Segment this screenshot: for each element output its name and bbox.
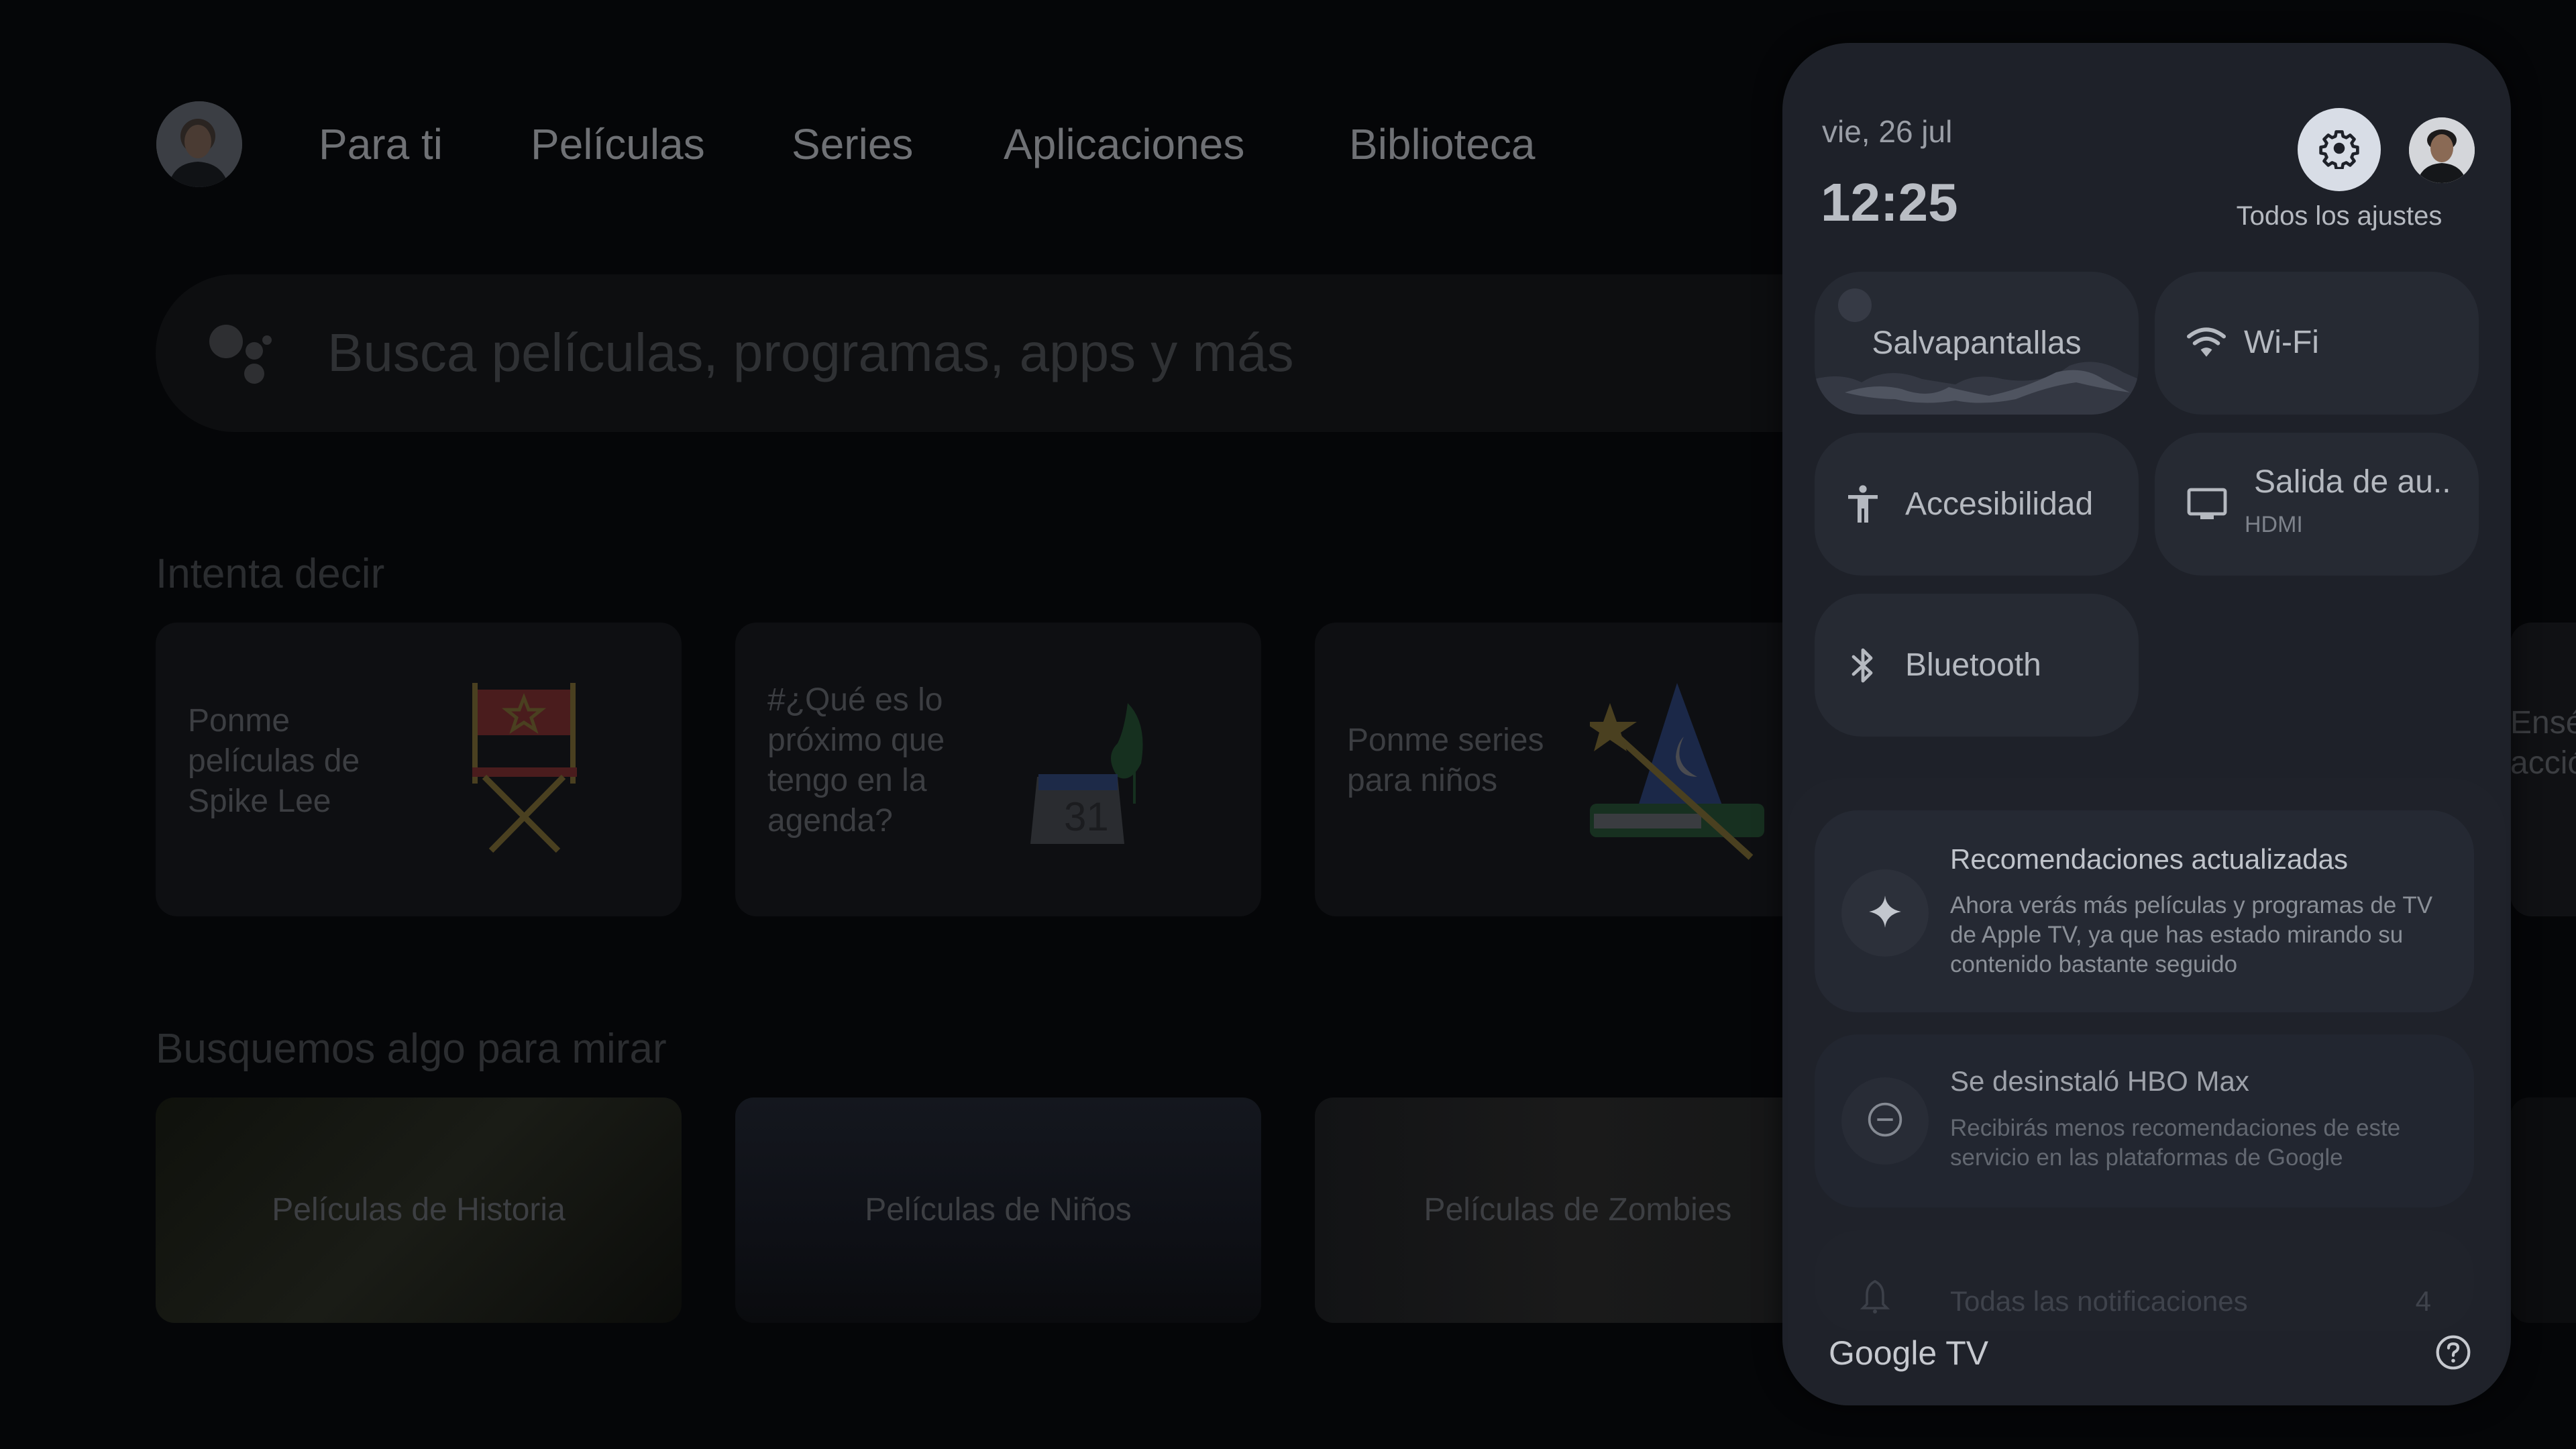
suggestion-card[interactable]: #¿Qué es lo próximo que tengo en la agen… xyxy=(735,623,1261,916)
quick-settings-panel: vie, 26 jul 12:25 Todos los ajustes Salv… xyxy=(1782,43,2511,1405)
browse-title: Busquemos algo para mirar xyxy=(156,1026,667,1072)
wifi-icon xyxy=(2187,327,2226,361)
suggestion-card[interactable]: Ponme películas de Spike Lee xyxy=(156,623,682,916)
tile-label: Salida de au.. xyxy=(2254,464,2451,500)
tile-wifi[interactable]: Wi-Fi xyxy=(2155,272,2479,415)
tile-label: Salvapantallas xyxy=(1872,325,2082,361)
date-label: vie, 26 jul xyxy=(1822,114,1953,149)
category-label: Películas de Niños xyxy=(865,1192,1132,1228)
notification-icon-bg xyxy=(1841,869,1929,957)
nav-tab-series[interactable]: Series xyxy=(792,119,913,169)
notification-title: Se desinstaló HBO Max xyxy=(1950,1065,2249,1097)
bell-icon xyxy=(1860,1279,1890,1318)
notification-icon-bg xyxy=(1841,1077,1929,1165)
tile-label: Wi-Fi xyxy=(2244,325,2319,360)
calendar-plant-icon: 31 xyxy=(1024,690,1198,854)
nav-tab-aplicaciones[interactable]: Aplicaciones xyxy=(1004,119,1244,169)
tile-label: Accesibilidad xyxy=(1905,486,2094,522)
suggestion-card[interactable]: Enséñame películas de acción xyxy=(2510,623,2576,916)
tv-monitor-icon xyxy=(2187,488,2227,525)
category-card-zombies[interactable]: Películas de Zombies xyxy=(1315,1097,1841,1323)
all-settings-button[interactable] xyxy=(2298,108,2381,191)
notification-count: 4 xyxy=(2415,1285,2431,1317)
profile-avatar[interactable] xyxy=(156,101,242,187)
all-notifications-button[interactable]: Todas las notificaciones 4 xyxy=(1815,1230,2474,1331)
help-button[interactable] xyxy=(2434,1334,2472,1371)
tile-screensaver[interactable]: Salvapantallas xyxy=(1815,272,2139,415)
tile-bluetooth[interactable]: Bluetooth xyxy=(1815,594,2139,737)
notification-title: Recomendaciones actualizadas xyxy=(1950,843,2349,875)
notification-body: Recibirás menos recomendaciones de este … xyxy=(1950,1115,2401,1171)
accessibility-icon xyxy=(1848,485,1878,527)
notification-body: Ahora verás más películas y programas de… xyxy=(1950,892,2433,977)
all-notifications-label: Todas las notificaciones xyxy=(1950,1285,2248,1317)
sparkle-icon xyxy=(1868,894,1902,932)
nav-tab-biblioteca[interactable]: Biblioteca xyxy=(1349,119,1536,169)
tile-sublabel: HDMI xyxy=(2245,512,2303,537)
svg-text:31: 31 xyxy=(1064,794,1109,839)
try-saying-title: Intenta decir xyxy=(156,551,385,597)
nav-tab-para-ti[interactable]: Para ti xyxy=(319,119,443,169)
suggestion-text: Ponme series para niños xyxy=(1347,722,1544,798)
google-assistant-icon xyxy=(209,325,276,385)
tile-audio-output[interactable]: Salida de au.. HDMI xyxy=(2155,433,2479,576)
search-placeholder: Busca películas, programas, apps y más xyxy=(327,323,1294,382)
category-card-historia[interactable]: Películas de Historia xyxy=(156,1097,682,1323)
gear-icon xyxy=(2318,127,2360,172)
director-chair-icon xyxy=(458,683,592,861)
category-label: Películas de Historia xyxy=(272,1192,566,1228)
category-card[interactable] xyxy=(2510,1097,2576,1323)
notification-card[interactable]: Se desinstaló HBO Max Recibirás menos re… xyxy=(1815,1034,2474,1208)
suggestion-text: Ponme películas de Spike Lee xyxy=(188,703,360,819)
category-card-ninos[interactable]: Películas de Niños xyxy=(735,1097,1261,1323)
wizard-hat-wand-icon xyxy=(1583,676,1771,867)
suggestion-card[interactable]: Ponme series para niños xyxy=(1315,623,1841,916)
profile-avatar[interactable] xyxy=(2409,117,2475,183)
notification-card[interactable]: Recomendaciones actualizadas Ahora verás… xyxy=(1815,810,2474,1012)
minus-circle-icon xyxy=(1866,1101,1904,1142)
category-label: Películas de Zombies xyxy=(1424,1192,1732,1228)
suggestion-text: Enséñame películas de acción xyxy=(2510,705,2576,781)
google-tv-brand: Google TV xyxy=(1829,1334,1989,1372)
help-circle-icon xyxy=(2434,1335,2472,1374)
bluetooth-icon xyxy=(1851,646,1875,688)
tile-label: Bluetooth xyxy=(1905,647,2041,683)
clock: 12:25 xyxy=(1821,172,1958,232)
suggestion-text: #¿Qué es lo próximo que tengo en la agen… xyxy=(767,682,945,839)
all-settings-label: Todos los ajustes xyxy=(2236,201,2443,231)
nav-tab-peliculas[interactable]: Películas xyxy=(531,119,705,169)
tile-accessibility[interactable]: Accesibilidad xyxy=(1815,433,2139,576)
